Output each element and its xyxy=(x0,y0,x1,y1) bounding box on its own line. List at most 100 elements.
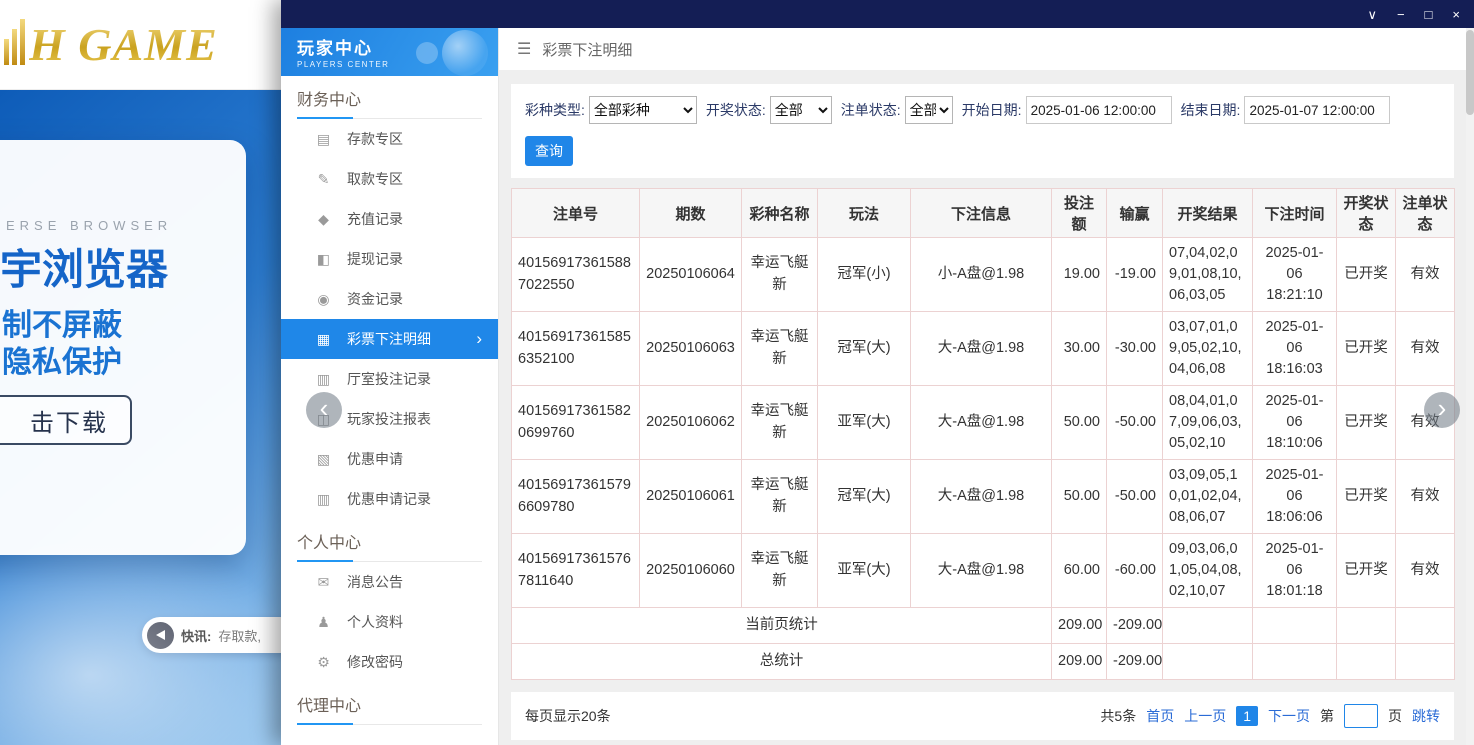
sidebar-item-label: 彩票下注明细 xyxy=(347,329,431,349)
sidebar-item-bell[interactable]: ✉消息公告 xyxy=(281,562,498,602)
table-cell: 小-A盘@1.98 xyxy=(911,238,1052,312)
sidebar-item-hall[interactable]: ▥ 厅室投注记录 xyxy=(281,359,498,399)
table-cell: 50.00 xyxy=(1052,386,1107,460)
carousel-right-arrow[interactable]: › xyxy=(1424,392,1460,428)
promo-icon: ▧ xyxy=(315,451,332,468)
filter-label: 开奖状态: xyxy=(706,100,766,120)
table-cell: 冠军(大) xyxy=(818,460,911,534)
filter-select[interactable]: 全部彩种 xyxy=(589,96,697,124)
sidebar-section-title: 个人中心 xyxy=(297,529,482,562)
player-center-panel: ∨ − □ × 玩家中心 PLAYERS CENTER 财务中心▤存款专区✎取款… xyxy=(281,0,1474,745)
filter-select[interactable]: 全部 xyxy=(905,96,953,124)
sidebar-item-gear[interactable]: ⚙修改密码 xyxy=(281,642,498,682)
sidebar-item-withdraw[interactable]: ✎ 取款专区 xyxy=(281,159,498,199)
table-cell: 有效 xyxy=(1396,460,1455,534)
jump-button[interactable]: 跳转 xyxy=(1412,706,1440,726)
table-cell: -19.00 xyxy=(1107,238,1163,312)
summary-empty-cell xyxy=(1337,644,1396,680)
prev-page-link[interactable]: 上一页 xyxy=(1184,706,1226,726)
table-cell: 幸运飞艇新 xyxy=(742,534,818,608)
banner-line3: 隐私保护 xyxy=(2,337,122,381)
close-button[interactable]: × xyxy=(1452,8,1460,21)
next-page-link[interactable]: 下一页 xyxy=(1268,706,1310,726)
carousel-left-arrow[interactable]: ‹ xyxy=(306,392,342,428)
pagination-bar: 每页显示20条 共5条 首页 上一页 1 下一页 第 页 跳转 xyxy=(511,692,1454,740)
table-cell: 03,09,05,10,01,02,04,08,06,07 xyxy=(1163,460,1253,534)
page-title: 彩票下注明细 xyxy=(542,39,632,60)
table-cell: 幸运飞艇新 xyxy=(742,460,818,534)
scrollbar[interactable] xyxy=(1466,28,1474,745)
column-header: 下注时间 xyxy=(1253,189,1337,238)
page-size-text: 每页显示20条 xyxy=(525,706,611,726)
cashout-icon: ◧ xyxy=(315,251,332,268)
table-cell: 已开奖 xyxy=(1337,460,1396,534)
table-cell: 2025-01-06 18:16:03 xyxy=(1253,312,1337,386)
download-button[interactable]: 击下载 xyxy=(0,395,132,445)
summary-bet-total: 209.00 xyxy=(1052,608,1107,644)
sidebar-item-label: 取款专区 xyxy=(347,169,403,189)
summary-row: 总统计209.00-209.00 xyxy=(512,644,1455,680)
jump-prefix-label: 第 xyxy=(1320,706,1334,726)
sidebar-section-title: 代理中心 xyxy=(297,692,482,725)
table-row: 40156917361576781164020250106060幸运飞艇新亚军(… xyxy=(512,534,1455,608)
filter-group: 结束日期: xyxy=(1181,96,1391,124)
summary-empty-cell xyxy=(1163,608,1253,644)
sidebar-item-lottery[interactable]: ▦彩票下注明细› xyxy=(281,319,498,359)
sidebar-item-promo[interactable]: ▧优惠申请 xyxy=(281,439,498,479)
table-cell: -60.00 xyxy=(1107,534,1163,608)
pagination-controls: 共5条 首页 上一页 1 下一页 第 页 跳转 xyxy=(1100,704,1440,728)
jump-page-input[interactable] xyxy=(1344,704,1378,728)
total-count: 共5条 xyxy=(1100,706,1136,726)
table-cell: 09,03,06,01,05,04,08,02,10,07 xyxy=(1163,534,1253,608)
menu-icon[interactable]: ☰ xyxy=(517,39,531,59)
promo-banner: ERSE BROWSER 宇浏览器 制不屏蔽 隐私保护 击下载 快讯: 存取款, xyxy=(0,90,282,745)
recharge-icon: ◆ xyxy=(315,211,332,228)
banner-card: ERSE BROWSER 宇浏览器 制不屏蔽 隐私保护 击下载 xyxy=(0,140,246,555)
table-cell: 2025-01-06 18:06:06 xyxy=(1253,460,1337,534)
first-page-link[interactable]: 首页 xyxy=(1146,706,1174,726)
table-cell: 大-A盘@1.98 xyxy=(911,386,1052,460)
sidebar-item-label: 消息公告 xyxy=(347,572,403,592)
maximize-button[interactable]: □ xyxy=(1425,8,1433,21)
sidebar-item-user[interactable]: ♟ 个人资料 xyxy=(281,602,498,642)
sidebar-item-recharge[interactable]: ◆ 充值记录 xyxy=(281,199,498,239)
column-header: 输赢 xyxy=(1107,189,1163,238)
sidebar-item-label: 个人资料 xyxy=(347,612,403,632)
sidebar-item-funds[interactable]: ◉资金记录 xyxy=(281,279,498,319)
sidebar-item-label: 厅室投注记录 xyxy=(347,369,431,389)
table-cell: 07,04,02,09,01,08,10,06,03,05 xyxy=(1163,238,1253,312)
sidebar-item-label: 修改密码 xyxy=(347,652,403,672)
withdraw-icon: ✎ xyxy=(315,171,332,188)
minimize-button[interactable]: − xyxy=(1397,8,1405,21)
sidebar-item-cashout[interactable]: ◧提现记录 xyxy=(281,239,498,279)
scrollbar-thumb[interactable] xyxy=(1466,30,1474,115)
news-ticker: 快讯: 存取款, xyxy=(142,617,282,653)
column-header: 下注信息 xyxy=(911,189,1052,238)
table-cell: 2025-01-06 18:21:10 xyxy=(1253,238,1337,312)
speaker-icon xyxy=(147,622,174,649)
sidebar-item-label: 充值记录 xyxy=(347,209,403,229)
table-cell: 03,07,01,09,05,02,10,04,06,08 xyxy=(1163,312,1253,386)
sidebar-item-label: 存款专区 xyxy=(347,129,403,149)
filter-date-input[interactable] xyxy=(1026,96,1172,124)
filter-date-input[interactable] xyxy=(1244,96,1390,124)
hall-icon: ▥ xyxy=(315,371,332,388)
query-button[interactable]: 查询 xyxy=(525,136,573,166)
chevron-right-icon: › xyxy=(476,329,482,349)
sidebar-item-promo-record[interactable]: ▥优惠申请记录 xyxy=(281,479,498,519)
content-header: ☰ 彩票下注明细 xyxy=(499,28,1474,70)
ticker-text: 存取款, xyxy=(218,626,261,645)
column-header: 开奖结果 xyxy=(1163,189,1253,238)
chevron-down-icon[interactable]: ∨ xyxy=(1367,8,1377,21)
column-header: 注单号 xyxy=(512,189,640,238)
bet-table-card: 注单号期数彩种名称玩法下注信息投注额输赢开奖结果下注时间开奖状态注单状态 401… xyxy=(511,188,1454,680)
filter-select[interactable]: 全部 xyxy=(770,96,832,124)
jump-suffix-label: 页 xyxy=(1388,706,1402,726)
table-cell: 有效 xyxy=(1396,534,1455,608)
current-page-button[interactable]: 1 xyxy=(1236,706,1258,726)
table-cell: 2025-01-06 18:10:06 xyxy=(1253,386,1337,460)
table-cell: 20250106060 xyxy=(640,534,742,608)
filter-label: 开始日期: xyxy=(962,100,1022,120)
user-icon: ♟ xyxy=(315,614,332,631)
sidebar-item-deposit[interactable]: ▤存款专区 xyxy=(281,119,498,159)
